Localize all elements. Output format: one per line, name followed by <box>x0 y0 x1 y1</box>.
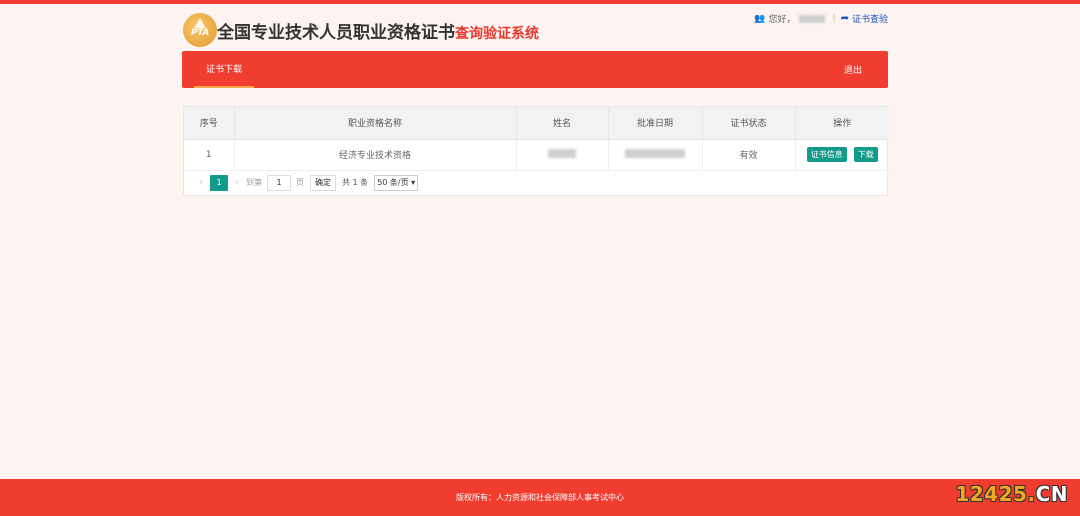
col-header-status: 证书状态 <box>702 107 796 140</box>
header-separator: | <box>832 13 836 24</box>
user-name-redacted <box>798 14 825 23</box>
pager-prev-icon[interactable]: ‹ <box>199 177 203 188</box>
top-accent-strip <box>0 0 1080 4</box>
col-header-qualification: 职业资格名称 <box>234 107 517 140</box>
pager-page-size-select[interactable]: 50 条/页 ▾ <box>374 174 419 191</box>
pager-goto-label: 到第 <box>246 178 262 187</box>
watermark-suffix: CN <box>1035 482 1068 506</box>
pager-goto-input[interactable] <box>267 174 291 191</box>
user-area: 👥 您好， | ➦ 证书查验 <box>754 12 888 25</box>
col-header-actions: 操作 <box>795 107 889 140</box>
site-header-brand: PTA 全国专业技术人员职业资格证书查询验证系统 <box>183 13 539 47</box>
page-size-value: 50 条/页 <box>377 178 409 187</box>
watermark-main: 12425. <box>955 482 1036 506</box>
table-row: 1 经济专业技术资格 有效 证书信息 下载 <box>184 139 889 171</box>
user-icon: 👥 <box>754 13 766 24</box>
share-arrow-icon: ➦ <box>840 13 849 24</box>
cell-name-redacted <box>516 139 609 171</box>
watermark-logo: 12425.CN <box>955 482 1068 506</box>
logo-peak-shape <box>194 18 206 28</box>
cell-status: 有效 <box>702 139 796 171</box>
pagination: ‹ 1 › 到第 页 确定 共 1 条 50 条/页 ▾ <box>184 171 887 195</box>
logout-link[interactable]: 退出 <box>844 51 862 88</box>
redacted-name <box>548 148 576 158</box>
site-title-highlight: 查询验证系统 <box>455 25 539 42</box>
cell-actions: 证书信息 下载 <box>795 139 889 171</box>
main-nav-bar: 证书下载 退出 <box>182 51 888 88</box>
verify-link-label: 证书查验 <box>851 15 888 25</box>
certificate-verify-link[interactable]: ➦ 证书查验 <box>841 12 888 25</box>
certificate-table-panel: 序号 职业资格名称 姓名 批准日期 证书状态 操作 1 经济专业技术资格 有效 … <box>183 106 889 196</box>
col-header-index: 序号 <box>184 107 235 140</box>
col-header-name: 姓名 <box>516 107 609 140</box>
col-header-approval-date: 批准日期 <box>608 107 703 140</box>
download-button[interactable]: 下载 <box>853 147 878 162</box>
pager-page-unit: 页 <box>296 178 304 187</box>
certificate-table: 序号 职业资格名称 姓名 批准日期 证书状态 操作 1 经济专业技术资格 有效 … <box>184 107 889 171</box>
cell-index: 1 <box>184 139 235 171</box>
footer-copyright: 版权所有：人力资源和社会保障部人事考试中心 <box>456 493 624 502</box>
pager-next-icon[interactable]: › <box>235 177 239 188</box>
cell-date-redacted <box>608 139 703 171</box>
site-title-main: 全国专业技术人员职业资格证书 <box>217 22 455 43</box>
certificate-info-button[interactable]: 证书信息 <box>806 147 847 162</box>
greeting-text: 您好， <box>768 15 796 25</box>
redacted-date <box>625 148 685 158</box>
pta-logo: PTA <box>183 13 217 47</box>
cell-qualification: 经济专业技术资格 <box>234 139 517 171</box>
tab-certificate-download[interactable]: 证书下载 <box>194 51 254 88</box>
pager-total: 共 1 条 <box>342 178 369 187</box>
logo-text: PTA <box>190 28 210 38</box>
pager-confirm-button[interactable]: 确定 <box>310 174 336 191</box>
site-title: 全国专业技术人员职业资格证书查询验证系统 <box>217 18 539 43</box>
pager-current-page[interactable]: 1 <box>210 174 228 191</box>
table-header-row: 序号 职业资格名称 姓名 批准日期 证书状态 操作 <box>184 107 889 140</box>
site-footer: 版权所有：人力资源和社会保障部人事考试中心 <box>0 479 1080 516</box>
